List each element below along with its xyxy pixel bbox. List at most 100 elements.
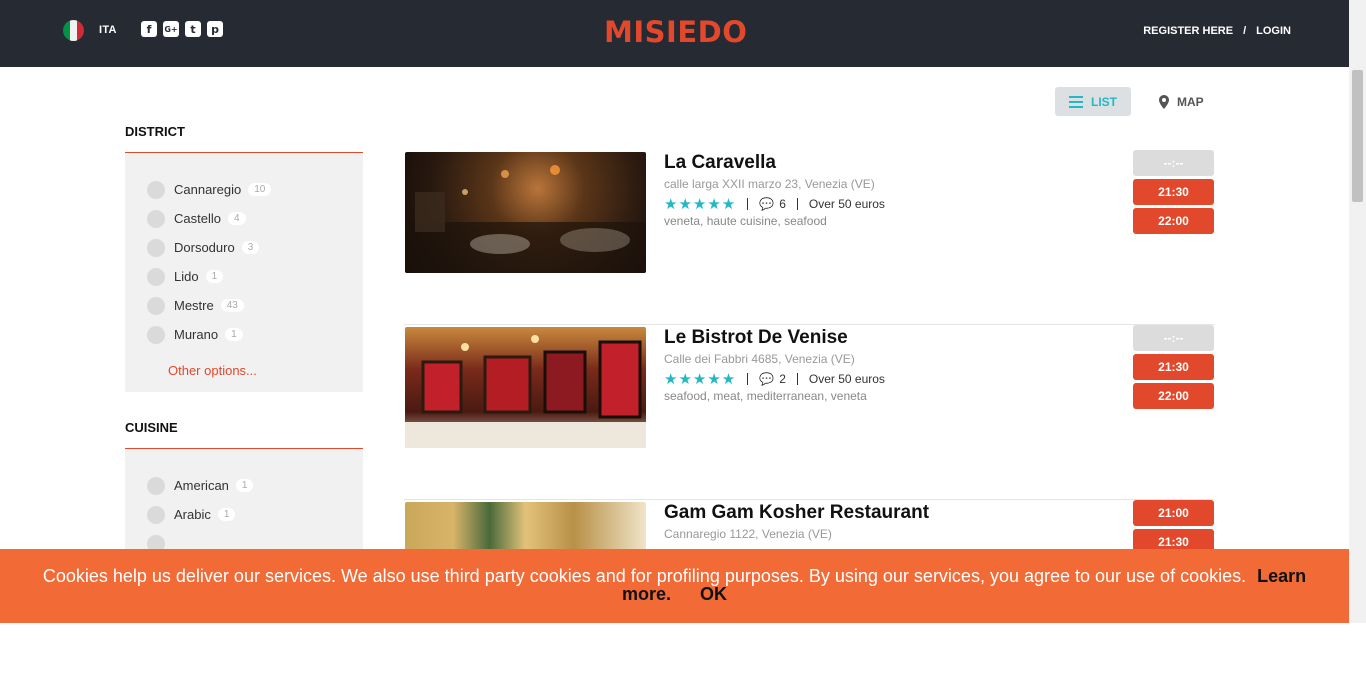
radio-button[interactable] xyxy=(147,238,165,257)
radio-button[interactable] xyxy=(147,325,165,344)
radio-button[interactable] xyxy=(147,296,165,315)
list-view-label: LIST xyxy=(1091,94,1117,109)
list-icon xyxy=(1069,95,1083,108)
cuisine-option-arabic[interactable]: Arabic 1 xyxy=(147,500,363,529)
district-option-cannaregio[interactable]: Cannaregio 10 xyxy=(147,175,363,204)
cuisine-tags: veneta, haute cuisine, seafood xyxy=(664,214,827,228)
meta-divider xyxy=(747,373,749,385)
map-view-label: MAP xyxy=(1177,94,1204,109)
district-option-murano[interactable]: Murano 1 xyxy=(147,320,363,349)
district-filter-title: DISTRICT xyxy=(125,112,363,153)
district-filter-list: Cannaregio 10 Castello 4 Dorsoduro 3 Lid… xyxy=(125,153,363,392)
italy-flag-icon[interactable] xyxy=(63,20,84,41)
page-scrollbar[interactable] xyxy=(1349,0,1366,623)
facebook-icon[interactable]: f xyxy=(141,21,157,37)
filter-option-label: Mestre xyxy=(174,298,214,313)
restaurant-card[interactable]: Le Bistrot De Venise Calle dei Fabbri 46… xyxy=(404,325,1214,500)
comment-icon: 💬 xyxy=(759,197,775,211)
time-slot-button[interactable]: 21:30 xyxy=(1133,179,1214,205)
meta-divider xyxy=(796,198,798,210)
comment-count: 6 xyxy=(779,197,786,211)
radio-button[interactable] xyxy=(147,267,165,286)
list-view-button[interactable]: LIST xyxy=(1055,87,1131,116)
social-links: f G+ t p xyxy=(141,21,223,37)
filter-option-label: Arabic xyxy=(174,507,211,522)
restaurant-meta: ★★★★★ 💬 2 Over 50 euros xyxy=(664,370,885,388)
register-link[interactable]: REGISTER HERE xyxy=(1143,25,1233,37)
filter-option-count: 1 xyxy=(205,270,224,283)
filter-option-label: Cannaregio xyxy=(174,182,242,197)
time-slots: --:-- 21:30 22:00 xyxy=(1133,325,1214,409)
price-range: Over 50 euros xyxy=(808,197,885,211)
filter-option-label: American xyxy=(174,478,229,493)
site-logo[interactable]: MISIEDO xyxy=(604,14,747,50)
cuisine-tags: seafood, meat, mediterranean, veneta xyxy=(664,389,867,403)
filter-option-label: Dorsoduro xyxy=(174,240,235,255)
filter-option-count: 1 xyxy=(225,328,243,341)
time-slot-button[interactable]: 22:00 xyxy=(1133,208,1214,234)
meta-divider xyxy=(747,198,749,210)
scrollbar-thumb[interactable] xyxy=(1352,70,1363,202)
district-option-mestre[interactable]: Mestre 43 xyxy=(147,291,363,320)
top-navbar: ITA f G+ t p MISIEDO REGISTER HERE / LOG… xyxy=(0,0,1349,67)
filter-option-count: 1 xyxy=(217,508,236,521)
rating-stars: ★★★★★ xyxy=(664,370,737,388)
filter-option-count: 4 xyxy=(227,212,246,225)
filter-option-label: Lido xyxy=(174,269,199,284)
cuisine-filter-title: CUISINE xyxy=(125,408,363,449)
restaurant-photo[interactable] xyxy=(405,327,646,448)
view-toggle: LIST MAP xyxy=(1055,87,1218,116)
time-slots: 21:00 21:30 xyxy=(1133,500,1214,555)
district-option-lido[interactable]: Lido 1 xyxy=(147,262,363,291)
meta-divider xyxy=(796,373,798,385)
cuisine-option-american[interactable]: American 1 xyxy=(147,471,363,500)
time-slot-unavailable: --:-- xyxy=(1133,325,1214,351)
price-range: Over 50 euros xyxy=(808,372,885,386)
restaurant-address: calle larga XXII marzo 23, Venezia (VE) xyxy=(664,177,875,191)
filter-option-label: Castello xyxy=(174,211,221,226)
cookie-banner: Cookies help us deliver our services. We… xyxy=(0,549,1349,623)
district-option-dorsoduro[interactable]: Dorsoduro 3 xyxy=(147,233,363,262)
filter-option-count: 43 xyxy=(220,299,244,312)
map-view-button[interactable]: MAP xyxy=(1145,87,1218,116)
time-slot-button[interactable]: 21:00 xyxy=(1133,500,1214,526)
radio-button[interactable] xyxy=(147,180,165,199)
logo-text: MISIEDO xyxy=(604,15,748,49)
radio-button[interactable] xyxy=(147,209,165,228)
filter-sidebar: DISTRICT Cannaregio 10 Castello 4 Dorsod… xyxy=(125,112,363,572)
google-plus-icon[interactable]: G+ xyxy=(163,21,179,37)
restaurant-meta: ★★★★★ 💬 6 Over 50 euros xyxy=(664,195,885,213)
restaurant-address: Calle dei Fabbri 4685, Venezia (VE) xyxy=(664,352,855,366)
time-slot-button[interactable]: 22:00 xyxy=(1133,383,1214,409)
time-slots: --:-- 21:30 22:00 xyxy=(1133,150,1214,234)
restaurant-name[interactable]: Le Bistrot De Venise xyxy=(664,327,848,349)
restaurant-address: Cannaregio 1122, Venezia (VE) xyxy=(664,527,832,541)
filter-option-count: 10 xyxy=(248,183,272,196)
map-pin-icon xyxy=(1159,94,1169,109)
rating-stars: ★★★★★ xyxy=(664,195,737,213)
auth-separator: / xyxy=(1243,25,1247,37)
restaurant-photo-interior xyxy=(405,165,646,273)
comment-icon: 💬 xyxy=(759,372,775,386)
radio-button[interactable] xyxy=(147,505,165,524)
login-link[interactable]: LOGIN xyxy=(1256,25,1291,37)
district-option-castello[interactable]: Castello 4 xyxy=(147,204,363,233)
filter-option-count: 3 xyxy=(241,241,260,254)
time-slot-unavailable: --:-- xyxy=(1133,150,1214,176)
restaurant-name[interactable]: Gam Gam Kosher Restaurant xyxy=(664,502,929,524)
restaurant-name[interactable]: La Caravella xyxy=(664,152,776,174)
filter-option-count: 1 xyxy=(235,479,254,492)
restaurant-card[interactable]: La Caravella calle larga XXII marzo 23, … xyxy=(404,150,1214,325)
cookie-message: Cookies help us deliver our services. We… xyxy=(42,566,1247,586)
restaurant-photo[interactable] xyxy=(405,152,646,273)
comment-count: 2 xyxy=(779,372,786,386)
auth-links: REGISTER HERE / LOGIN xyxy=(1143,25,1291,37)
radio-button[interactable] xyxy=(147,476,165,495)
district-other-options-link[interactable]: Other options... xyxy=(168,363,363,378)
time-slot-button[interactable]: 21:30 xyxy=(1133,354,1214,380)
language-selector[interactable]: ITA xyxy=(99,24,117,36)
pinterest-icon[interactable]: p xyxy=(207,21,223,37)
cookie-ok-button[interactable]: OK xyxy=(700,584,727,604)
twitter-icon[interactable]: t xyxy=(185,21,201,37)
restaurant-photo-interior xyxy=(405,335,646,448)
